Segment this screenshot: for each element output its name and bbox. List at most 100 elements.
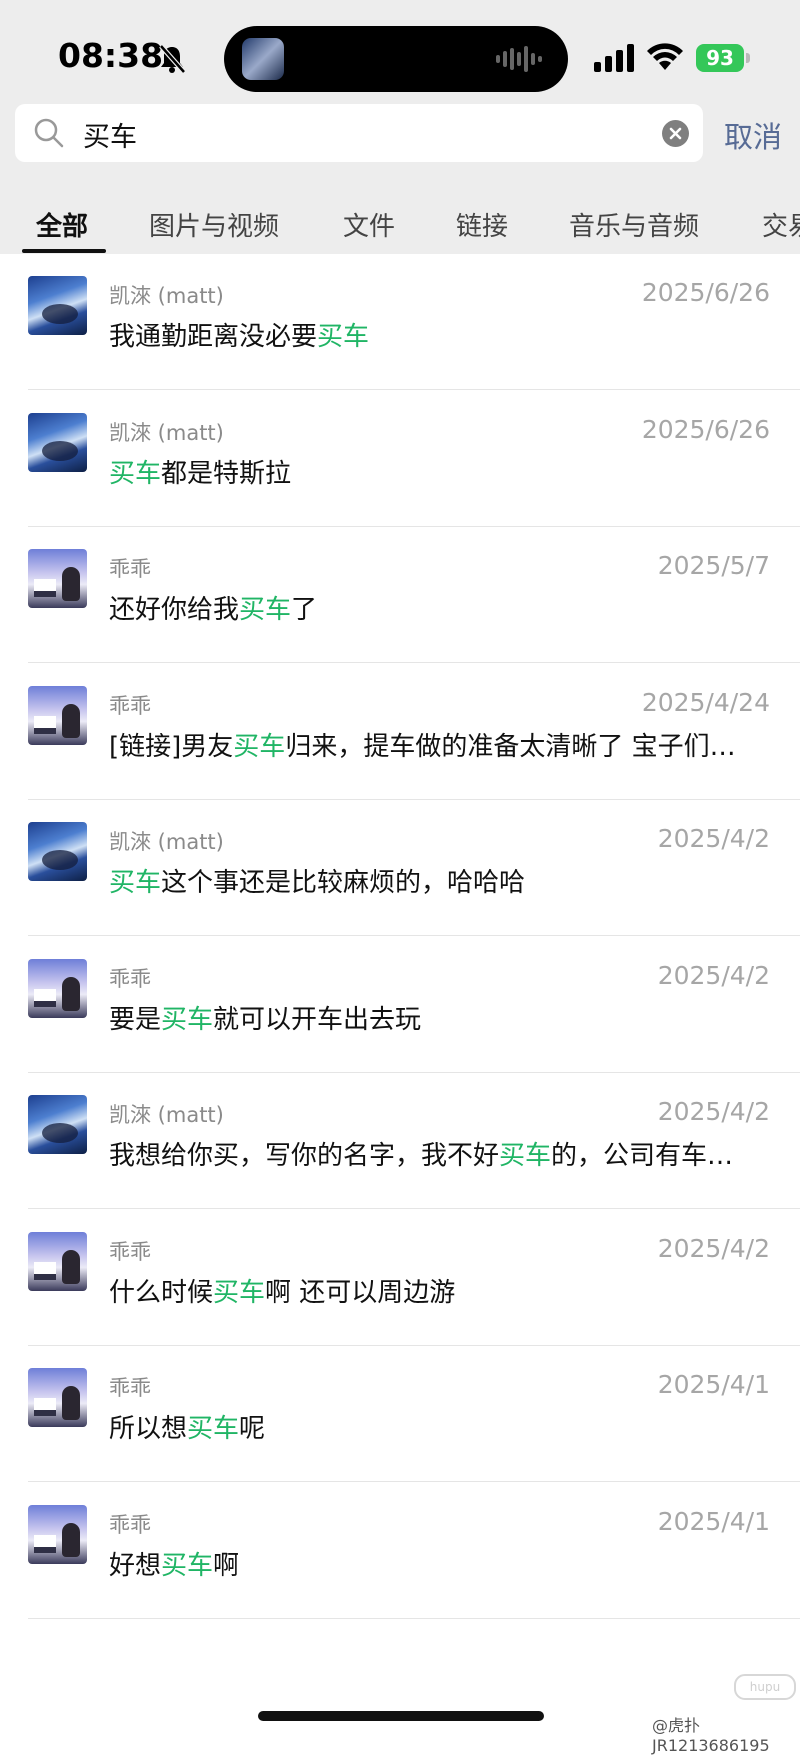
message-date: 2025/4/2 (657, 1233, 770, 1263)
sender-name: 凯淶 (matt) (109, 420, 224, 445)
snippet-before: [链接]男友 (109, 731, 234, 762)
home-indicator[interactable] (258, 1711, 544, 1721)
message-snippet: 好想买车啊 (109, 1545, 769, 1582)
message-date: 2025/4/1 (657, 1506, 770, 1536)
row-divider (28, 1617, 800, 1619)
clear-search-icon[interactable] (662, 120, 689, 147)
avatar (28, 549, 87, 608)
battery-level: 93 (696, 44, 744, 72)
cellular-signal-icon (594, 44, 634, 72)
snippet-before: 要是 (109, 1004, 162, 1035)
message-date: 2025/4/2 (657, 960, 770, 990)
status-time: 08:38 (58, 36, 164, 75)
sender-name: 凯淶 (matt) (109, 284, 224, 308)
snippet-after: 就可以开车出去玩 (213, 1004, 422, 1035)
snippet-keyword: 买车 (109, 868, 162, 898)
snippet-after: 了 (291, 595, 318, 625)
search-result-row[interactable]: 乖乖 2025/4/24 [链接]男友买车归来，提车做的准备太清晰了 宝子们… (0, 664, 800, 800)
message-snippet: 我通勤距离没必要买车 (109, 316, 769, 353)
snippet-after: 这个事还是比较麻烦的，哈哈哈 (161, 868, 526, 898)
avatar (28, 1504, 87, 1564)
watermark-text: @虎扑JR1213686195 (652, 1716, 770, 1755)
status-bar: 08:38 93 (0, 0, 800, 100)
message-snippet: 买车这个事还是比较麻烦的，哈哈哈 (109, 862, 769, 899)
search-result-row[interactable]: 乖乖 2025/4/1 所以想买车呢 (0, 1346, 800, 1482)
message-date: 2025/4/1 (657, 1370, 770, 1399)
sender-name: 乖乖 (109, 1512, 151, 1537)
sender-name: 凯淶 (matt) (109, 830, 224, 854)
avatar (28, 412, 87, 472)
search-result-row[interactable]: 乖乖 2025/4/2 什么时候买车啊 还可以周边游 (0, 1210, 800, 1346)
snippet-keyword: 买车 (239, 595, 292, 625)
snippet-before: 所以想 (109, 1414, 188, 1444)
snippet-keyword: 买车 (499, 1141, 552, 1171)
message-date: 2025/4/24 (641, 687, 770, 717)
cancel-button[interactable]: 取消 (724, 114, 782, 156)
filter-tabs: 全部 图片与视频 文件 链接 音乐与音频 交易 (0, 198, 800, 254)
snippet-before: 什么时候 (109, 1277, 214, 1308)
search-result-row[interactable]: 乖乖 2025/4/2 要是买车就可以开车出去玩 (0, 937, 800, 1073)
sender-name: 凯淶 (matt) (109, 1103, 224, 1127)
avatar (28, 958, 87, 1018)
bell-muted-icon (159, 44, 186, 74)
battery-cap (746, 53, 750, 63)
snippet-after: 归来，提车做的准备太清晰了 宝子们… (285, 731, 736, 762)
message-snippet: 我想给你买，写你的名字，我不好买车的，公司有车… (109, 1135, 769, 1172)
search-result-row[interactable]: 凯淶 (matt) 2025/4/2 我想给你买，写你的名字，我不好买车的，公司有车… (0, 1073, 800, 1209)
battery-indicator: 93 (696, 44, 752, 72)
message-snippet: [链接]男友买车归来，提车做的准备太清晰了 宝子们… (109, 726, 769, 763)
search-query-text: 买车 (83, 122, 137, 153)
message-snippet: 所以想买车呢 (109, 1408, 769, 1445)
snippet-after: 都是特斯拉 (161, 458, 292, 489)
snippet-keyword: 买车 (233, 731, 286, 762)
message-date: 2025/6/26 (641, 278, 770, 307)
message-date: 2025/4/2 (657, 1097, 770, 1126)
message-date: 2025/5/7 (657, 551, 770, 580)
search-result-row[interactable]: 乖乖 2025/5/7 还好你给我买车了 (0, 527, 800, 663)
sender-name: 乖乖 (109, 557, 151, 581)
tab-music-audio[interactable]: 音乐与音频 (569, 206, 699, 243)
snippet-keyword: 买车 (317, 322, 370, 352)
snippet-after: 呢 (239, 1414, 266, 1444)
audio-waveform-icon (496, 46, 542, 72)
sender-name: 乖乖 (109, 1239, 151, 1264)
avatar (28, 822, 87, 881)
message-date: 2025/4/2 (657, 824, 770, 853)
message-snippet: 买车都是特斯拉 (109, 453, 769, 490)
sender-name: 乖乖 (109, 966, 151, 991)
avatar (28, 685, 87, 745)
message-snippet: 什么时候买车啊 还可以周边游 (109, 1272, 769, 1309)
snippet-after: 的，公司有车… (551, 1141, 734, 1171)
tab-files[interactable]: 文件 (343, 206, 395, 243)
wifi-icon (647, 43, 683, 70)
active-tab-indicator (22, 249, 106, 253)
tab-transactions[interactable]: 交易 (762, 206, 800, 243)
search-input[interactable]: 买车 (15, 104, 703, 162)
snippet-keyword: 买车 (161, 1004, 214, 1035)
avatar (28, 276, 87, 335)
search-icon (34, 118, 64, 148)
sender-name: 乖乖 (109, 1376, 151, 1400)
dynamic-island[interactable] (224, 26, 568, 92)
snippet-after: 啊 (213, 1550, 240, 1581)
search-result-row[interactable]: 凯淶 (matt) 2025/6/26 买车都是特斯拉 (0, 391, 800, 527)
tab-images-videos[interactable]: 图片与视频 (149, 206, 279, 243)
tab-links[interactable]: 链接 (456, 206, 508, 243)
sender-name: 乖乖 (109, 693, 151, 718)
snippet-before: 好想 (109, 1550, 162, 1581)
snippet-keyword: 买车 (187, 1414, 240, 1444)
search-result-row[interactable]: 乖乖 2025/4/1 好想买车啊 (0, 1483, 800, 1619)
snippet-before: 还好你给我 (109, 595, 240, 625)
search-result-row[interactable]: 凯淶 (matt) 2025/6/26 我通勤距离没必要买车 (0, 254, 800, 390)
snippet-keyword: 买车 (109, 458, 162, 489)
tab-all[interactable]: 全部 (36, 206, 88, 243)
message-snippet: 还好你给我买车了 (109, 589, 769, 626)
search-result-row[interactable]: 凯淶 (matt) 2025/4/2 买车这个事还是比较麻烦的，哈哈哈 (0, 800, 800, 936)
avatar (28, 1095, 87, 1154)
snippet-keyword: 买车 (161, 1550, 214, 1581)
snippet-before: 我通勤距离没必要 (109, 322, 318, 352)
header-area: 08:38 93 买车 取消 全部 图片与视频 文件 链接 音乐与音频 交 (0, 0, 800, 254)
avatar (28, 1368, 87, 1427)
message-snippet: 要是买车就可以开车出去玩 (109, 999, 769, 1036)
avatar (28, 1231, 87, 1291)
